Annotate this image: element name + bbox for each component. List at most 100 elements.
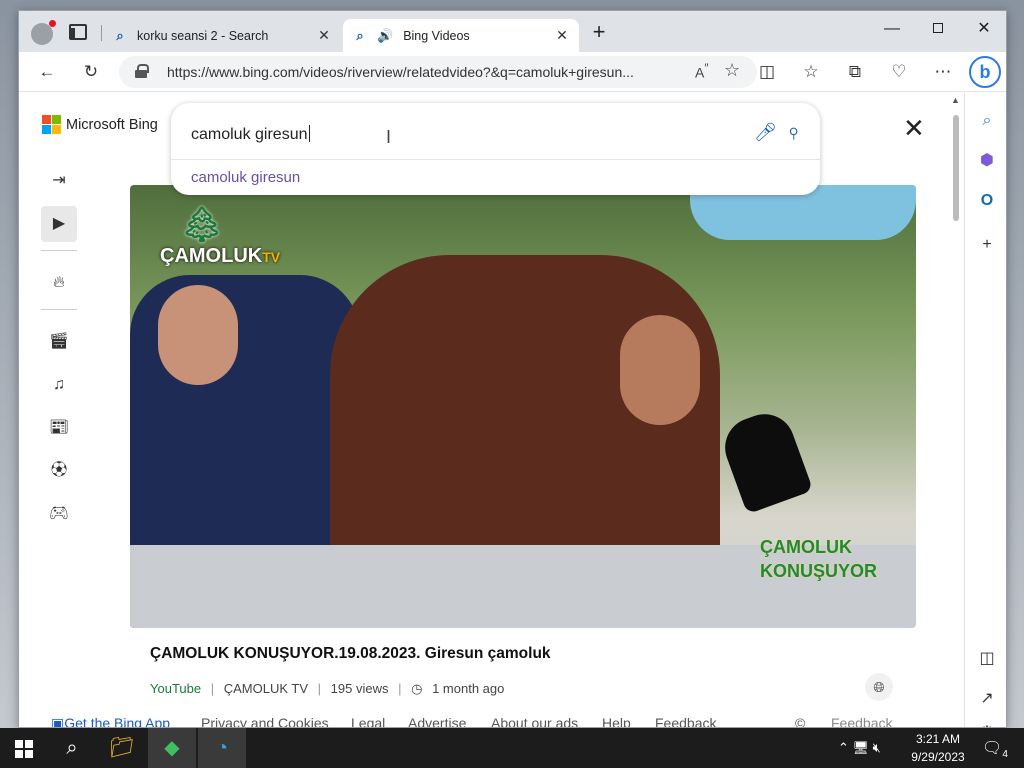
- notification-count: 4: [1002, 749, 1008, 761]
- overlay-line-2: KONUŞUYOR: [760, 561, 878, 581]
- about-ads-link[interactable]: About our ads: [491, 715, 578, 727]
- tab-korku-search[interactable]: ⌕ korku seansi 2 - Search ✕: [103, 19, 341, 52]
- music-note-icon[interactable]: ♫: [41, 367, 77, 403]
- hide-sidebar-icon[interactable]: ◫: [977, 649, 997, 669]
- profile-avatar-icon[interactable]: [31, 20, 56, 45]
- url-text[interactable]: https://www.bing.com/videos/riverview/re…: [167, 64, 634, 80]
- more-options-icon[interactable]: ⋯: [929, 59, 957, 85]
- page-footer: ▣ Get the Bing App Privacy and Cookies L…: [19, 715, 948, 728]
- add-favorite-icon[interactable]: ☆: [724, 60, 740, 81]
- video-views: 195 views: [330, 681, 389, 696]
- globe-icon[interactable]: 🌐︎: [865, 673, 893, 701]
- file-explorer-icon[interactable]: 📁︎: [98, 728, 146, 768]
- favorites-icon[interactable]: ☆: [797, 59, 825, 85]
- advertise-link[interactable]: Advertise: [408, 715, 466, 727]
- meta-separator: |: [317, 681, 322, 696]
- page-content: Microsoft Bing camoluk giresun I 🎤︎ ⌕ ca…: [19, 93, 948, 728]
- sims-app-icon[interactable]: ◆: [148, 728, 196, 768]
- collections-icon[interactable]: ⧉: [841, 59, 869, 85]
- speaker-icon[interactable]: 🔊: [377, 28, 393, 44]
- video-meta: YouTube | ÇAMOLUK TV | 195 views | ◷ 1 m…: [150, 681, 504, 697]
- video-play-icon[interactable]: ▶: [41, 206, 77, 242]
- microphone-icon[interactable]: 🎤︎: [754, 122, 777, 143]
- maximize-button[interactable]: [915, 15, 961, 43]
- minimize-button[interactable]: —: [869, 15, 915, 43]
- tab-strip: ⌕ korku seansi 2 - Search ✕ ⌕ 🔊 Bing Vid…: [19, 11, 1006, 52]
- windows-logo-icon: [15, 739, 33, 758]
- overlay-line-1: ÇAMOLUK: [760, 537, 852, 557]
- browser-window: ⌕ korku seansi 2 - Search ✕ ⌕ 🔊 Bing Vid…: [18, 10, 1007, 728]
- refresh-icon[interactable]: ↻: [77, 59, 105, 85]
- system-tray[interactable]: ⌃ 🖥︎ 🔇︎: [838, 740, 881, 756]
- back-icon[interactable]: ←: [33, 59, 61, 85]
- tab-bing-videos[interactable]: ⌕ 🔊 Bing Videos ✕: [343, 19, 579, 52]
- news-icon[interactable]: 📰︎: [41, 410, 77, 446]
- tab-actions-icon[interactable]: [69, 24, 87, 40]
- search-icon[interactable]: ⌕: [48, 728, 96, 768]
- edge-sidebar: ⌕ ⬢ O + ◫ ↗ ⚙: [964, 93, 1006, 727]
- channel-watermark: 🌲︎ ÇAMOLUKTV: [160, 205, 280, 268]
- split-screen-icon[interactable]: ◫: [753, 59, 781, 85]
- search-box[interactable]: camoluk giresun I 🎤︎ ⌕ camoluk giresun: [171, 103, 820, 195]
- shopping-icon[interactable]: ⬢: [977, 151, 997, 171]
- search-suggestion[interactable]: camoluk giresun: [191, 169, 300, 186]
- close-window-button[interactable]: ✕: [961, 15, 1006, 43]
- outlook-icon[interactable]: O: [977, 191, 997, 211]
- movies-clapper-icon[interactable]: 🎬︎: [41, 324, 77, 360]
- meta-separator: |: [210, 681, 215, 696]
- text-cursor: [308, 125, 310, 142]
- bing-copilot-icon[interactable]: b: [969, 56, 1001, 88]
- video-player[interactable]: 🌲︎ ÇAMOLUKTV ÇAMOLUK KONUŞUYOR: [130, 185, 916, 628]
- edge-browser-icon[interactable]: ◔: [198, 728, 246, 768]
- video-age: 1 month ago: [432, 681, 505, 696]
- logo-text: Microsoft Bing: [66, 116, 158, 133]
- search-icon[interactable]: ⌕: [977, 111, 997, 131]
- trending-flame-icon[interactable]: 🔥︎: [41, 265, 77, 301]
- browser-essentials-icon[interactable]: ♡: [885, 59, 913, 85]
- video-title[interactable]: ÇAMOLUK KONUŞUYOR.19.08.2023. Giresun ça…: [150, 645, 551, 663]
- video-face-center: [620, 315, 700, 425]
- clock-time: 3:21 AM: [915, 732, 961, 746]
- privacy-link[interactable]: Privacy and Cookies: [201, 715, 329, 727]
- address-bar[interactable]: https://www.bing.com/videos/riverview/re…: [119, 56, 757, 88]
- search-input[interactable]: camoluk giresun: [191, 125, 310, 144]
- search-query-text: camoluk giresun: [191, 126, 308, 143]
- search-icon[interactable]: ⌕: [780, 117, 807, 144]
- video-source[interactable]: YouTube: [150, 681, 201, 696]
- start-button[interactable]: [0, 728, 48, 768]
- scroll-up-icon[interactable]: ▲: [951, 95, 960, 105]
- legal-link[interactable]: Legal: [351, 715, 385, 727]
- bing-logo[interactable]: Microsoft Bing: [42, 115, 158, 134]
- sports-ball-icon[interactable]: ⚽︎: [41, 453, 77, 489]
- copyright-text: ©: [795, 715, 806, 728]
- feedback-link[interactable]: Feedback: [655, 715, 716, 727]
- notification-icon[interactable]: 🗨︎4: [982, 738, 1008, 760]
- search-icon: ⌕: [356, 27, 364, 43]
- clock-icon: ◷: [411, 681, 423, 696]
- open-external-icon[interactable]: ↗: [977, 689, 997, 709]
- scroll-thumb[interactable]: [953, 115, 959, 221]
- video-channel[interactable]: ÇAMOLUK TV: [224, 681, 308, 696]
- taskbar-clock[interactable]: 3:21 AM 9/29/2023: [906, 730, 970, 766]
- get-bing-app-link[interactable]: ▣ Get the Bing App: [51, 715, 170, 727]
- lock-icon[interactable]: [135, 64, 149, 78]
- clock-date: 9/29/2023: [911, 750, 965, 764]
- collapse-panel-icon[interactable]: ⇥: [41, 163, 77, 199]
- rail-divider: [41, 250, 77, 251]
- close-tab-icon[interactable]: ✕: [313, 27, 335, 44]
- tab-separator: [101, 25, 102, 41]
- search-icon: ⌕: [116, 27, 124, 43]
- video-overlay-caption: ÇAMOLUK KONUŞUYOR: [760, 535, 877, 583]
- gaming-controller-icon[interactable]: 🎮︎: [41, 496, 77, 532]
- new-tab-button[interactable]: +: [587, 21, 611, 45]
- vertical-scrollbar[interactable]: ▲: [948, 93, 964, 727]
- add-sidebar-app-icon[interactable]: +: [977, 235, 997, 255]
- help-link[interactable]: Help: [602, 715, 631, 727]
- meta-separator: |: [398, 681, 402, 696]
- close-icon[interactable]: ✕: [903, 113, 925, 144]
- ibeam-cursor-icon: I: [386, 127, 392, 147]
- rail-divider: [41, 309, 77, 310]
- read-aloud-icon[interactable]: A″: [695, 62, 708, 81]
- close-tab-icon[interactable]: ✕: [551, 27, 573, 44]
- tab-title: Bing Videos: [403, 28, 470, 43]
